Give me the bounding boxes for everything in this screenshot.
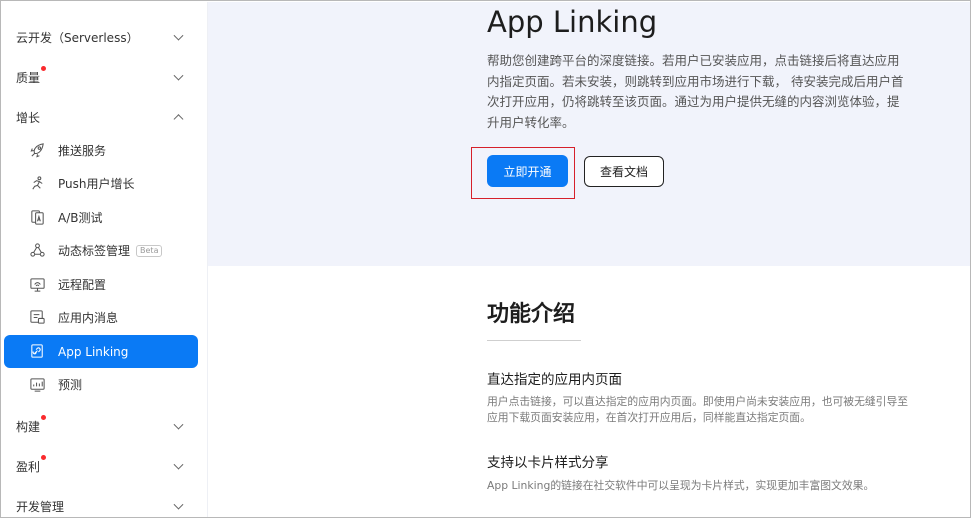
sidebar-group-cloud[interactable]: 云开发（Serverless） <box>2 17 207 57</box>
sidebar-group-label: 增长 <box>16 110 41 125</box>
sidebar-item-push-service[interactable]: 推送服务 <box>4 134 198 167</box>
remote-config-icon <box>28 276 46 294</box>
feature-title: 直达指定的应用内页面 <box>487 372 622 388</box>
forecast-icon <box>28 376 46 394</box>
sidebar-group-label: 云开发（Serverless） <box>16 30 139 45</box>
hero-description: 帮助您创建跨平台的深度链接。若用户已安装应用，点击链接后将直达应用内指定页面。若… <box>487 53 904 130</box>
sidebar-item-forecast[interactable]: 预测 <box>4 368 198 401</box>
section-divider <box>487 340 581 341</box>
notification-dot <box>41 454 47 460</box>
view-docs-button[interactable]: 查看文档 <box>584 156 664 187</box>
sidebar-item-dynamic-tags[interactable]: 动态标签管理 Beta <box>4 234 198 267</box>
app-linking-icon <box>28 343 46 361</box>
notification-dot <box>41 65 47 71</box>
sidebar-group-growth[interactable]: 增长 <box>2 97 207 137</box>
sidebar-item-remote-config[interactable]: 远程配置 <box>4 268 198 301</box>
enable-now-button[interactable]: 立即开通 <box>487 155 568 187</box>
notification-dot <box>41 414 47 420</box>
sidebar-item-label: 远程配置 <box>58 278 107 292</box>
hero-banner: App Linking 帮助您创建跨平台的深度链接。若用户已安装应用，点击链接后… <box>208 2 970 266</box>
sidebar: 云开发（Serverless） 质量 增长 推送服务 Push用户增长 A/B测… <box>2 2 208 517</box>
sidebar-group-quality[interactable]: 质量 <box>2 57 207 97</box>
sidebar-item-ab-test[interactable]: A/B测试 <box>4 201 198 234</box>
page-title: App Linking <box>487 5 658 39</box>
main-content: App Linking 帮助您创建跨平台的深度链接。若用户已安装应用，点击链接后… <box>208 2 970 517</box>
tag-nodes-icon <box>28 242 46 260</box>
app-window: 云开发（Serverless） 质量 增长 推送服务 Push用户增长 A/B测… <box>0 0 971 518</box>
sidebar-item-label: 推送服务 <box>58 144 107 158</box>
chevron-down-icon <box>173 30 184 41</box>
sidebar-group-build[interactable]: 构建 <box>2 406 207 446</box>
feature-title: 支持以卡片样式分享 <box>487 455 609 471</box>
sidebar-item-label: App Linking <box>58 344 129 359</box>
sidebar-item-push-growth[interactable]: Push用户增长 <box>4 167 198 200</box>
runner-icon <box>28 175 46 193</box>
sidebar-group-label: 构建 <box>16 414 47 435</box>
sidebar-group-earn[interactable]: 盈利 <box>2 446 207 486</box>
sidebar-group-label: 盈利 <box>16 454 47 475</box>
sidebar-item-label: A/B测试 <box>58 211 103 225</box>
sidebar-item-label: 动态标签管理 <box>58 244 131 258</box>
chevron-up-icon <box>173 114 184 125</box>
feature-description: App Linking的链接在社交软件中可以呈现为卡片样式，实现更加丰富图文效果… <box>487 479 875 492</box>
chevron-down-icon <box>173 70 184 81</box>
beta-badge: Beta <box>136 244 163 257</box>
chevron-down-icon <box>173 499 184 510</box>
features-section-title: 功能介绍 <box>487 302 576 327</box>
chevron-down-icon <box>173 459 184 470</box>
sidebar-group-label: 质量 <box>16 65 47 86</box>
sidebar-item-label: 预测 <box>58 378 83 392</box>
ab-test-icon <box>28 209 46 227</box>
sidebar-item-app-linking[interactable]: App Linking <box>4 335 198 368</box>
chevron-down-icon <box>173 419 184 430</box>
sidebar-item-label: Push用户增长 <box>58 177 135 191</box>
sidebar-item-in-app-message[interactable]: 应用内消息 <box>4 301 198 334</box>
in-app-message-icon <box>28 309 46 327</box>
feature-description: 用户点击链接，可以直达指定的应用内页面。即使用户尚未安装应用，也可被无缝引导至应… <box>487 395 909 424</box>
sidebar-group-devmgmt[interactable]: 开发管理 <box>2 486 207 517</box>
sidebar-group-label: 开发管理 <box>16 499 65 514</box>
rocket-icon <box>28 142 46 160</box>
sidebar-item-label: 应用内消息 <box>58 311 119 325</box>
